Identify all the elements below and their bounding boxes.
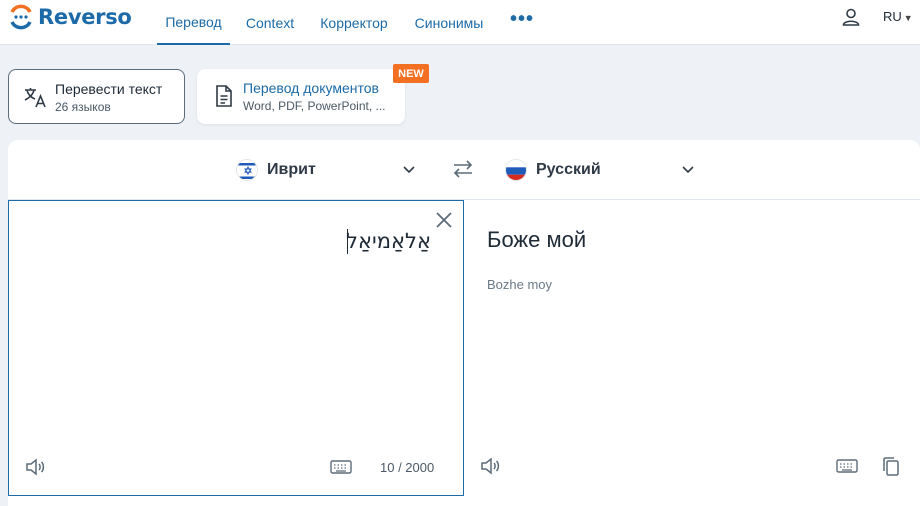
translate-documents-title: Перевод документов xyxy=(243,80,379,96)
text-cursor xyxy=(347,229,348,254)
target-language-name: Русский xyxy=(536,161,601,178)
speaker-icon xyxy=(481,457,500,475)
swap-icon xyxy=(453,160,473,178)
translate-documents-card[interactable]: Перевод документов Word, PDF, PowerPoint… xyxy=(197,69,405,124)
translate-documents-subtitle: Word, PDF, PowerPoint, ... xyxy=(243,99,386,113)
user-account-button[interactable] xyxy=(841,7,861,32)
translate-text-title: Перевести текст xyxy=(55,81,163,97)
new-badge: NEW xyxy=(393,64,429,83)
source-language-name: Иврит xyxy=(267,161,316,178)
target-keyboard-button[interactable] xyxy=(836,458,858,479)
tab-synonyms[interactable]: Синонимы xyxy=(407,0,491,45)
top-header: Reverso Перевод Context Корректор Синони… xyxy=(0,0,920,45)
tab-translation[interactable]: Перевод xyxy=(157,0,230,45)
translation-text: Боже мой xyxy=(487,227,587,252)
target-language-select[interactable]: Русский xyxy=(505,158,695,182)
target-listen-button[interactable] xyxy=(480,456,502,481)
user-icon xyxy=(842,8,860,26)
character-counter: 10 / 2000 xyxy=(380,460,435,475)
tab-context[interactable]: Context xyxy=(240,0,300,45)
keyboard-icon xyxy=(330,460,352,474)
translate-text-subtitle: 26 языков xyxy=(55,100,111,114)
clear-text-button[interactable] xyxy=(433,209,455,236)
language-bar: Иврит Русский xyxy=(8,140,920,200)
translate-icon xyxy=(24,88,46,108)
ui-language-code: RU xyxy=(883,9,902,24)
swap-languages-button[interactable] xyxy=(452,159,474,184)
tab-corrector[interactable]: Корректор xyxy=(313,0,395,45)
russia-flag-icon xyxy=(505,159,527,181)
close-icon xyxy=(436,212,452,228)
chevron-down-icon xyxy=(682,166,694,174)
reverso-logo[interactable]: Reverso xyxy=(8,4,132,30)
source-language-select[interactable]: Иврит xyxy=(236,158,416,182)
source-text-area[interactable]: אַלאַמיאַל 10 / 2000 xyxy=(8,200,464,496)
more-menu-button[interactable]: ••• xyxy=(510,8,534,31)
israel-flag-icon xyxy=(236,159,258,181)
chevron-down-icon xyxy=(403,166,415,174)
translate-text-card[interactable]: Перевести текст 26 языков xyxy=(8,69,185,124)
reverso-logo-icon xyxy=(10,4,32,30)
source-text[interactable]: אַלאַמיאַל xyxy=(346,229,431,253)
translation-output-area: Боже мой Bozhe moy xyxy=(464,200,920,496)
ui-language-switch[interactable]: RU ▼ xyxy=(883,9,913,24)
keyboard-icon xyxy=(836,459,858,473)
speaker-icon xyxy=(26,458,45,476)
copy-translation-button[interactable] xyxy=(881,456,901,483)
document-icon xyxy=(216,85,232,107)
virtual-keyboard-button[interactable] xyxy=(330,459,352,480)
transliteration-text: Bozhe moy xyxy=(487,277,553,292)
brand-name: Reverso xyxy=(38,5,132,29)
copy-icon xyxy=(883,457,899,476)
translator-panel: Иврит Русский אַלאַמיאַל 10 / 2000 Боже … xyxy=(8,140,920,506)
source-listen-button[interactable] xyxy=(25,457,47,482)
chevron-down-icon: ▼ xyxy=(903,13,913,23)
